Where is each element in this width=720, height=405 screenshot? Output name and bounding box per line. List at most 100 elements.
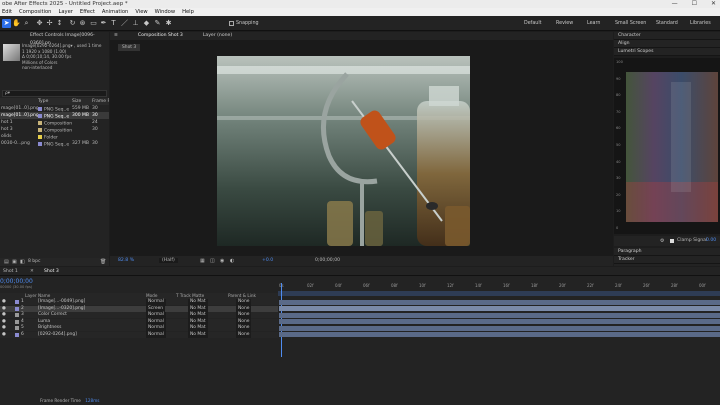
mask-icon[interactable]: ◫ [210,258,215,264]
layer-bar[interactable] [279,312,720,318]
menu-layer[interactable]: Layer [58,8,72,16]
grid-icon[interactable]: ▦ [200,258,205,264]
pen-tool-icon[interactable]: ✒ [99,19,108,28]
label-swatch[interactable] [38,141,42,146]
clone-tool-icon[interactable]: ⊥ [131,19,140,28]
project-item[interactable]: 0030-0...png PNG Seq..e 327 MB 30 [0,140,109,147]
snapping-checkbox[interactable] [229,21,234,26]
workspace-small-screen[interactable]: Small Screen [615,21,646,26]
lumetri-scopes-panel[interactable]: Lumetri Scopes [614,48,720,56]
character-panel[interactable]: Character [614,32,720,40]
puppet-tool-icon[interactable]: ✱ [164,19,173,28]
project-item[interactable]: mage[01..0].png PNG Seq..e 300 MB 30 [0,112,109,119]
menu-help[interactable]: Help [182,8,194,16]
col-name[interactable] [0,98,38,105]
settings-icon[interactable]: ⚙ [660,238,664,244]
project-item[interactable]: hot 1 Composition 24 [0,119,109,126]
snapshot-icon[interactable]: ◉ [220,258,224,264]
new-folder-icon[interactable]: ▣ [12,259,17,265]
trash-icon[interactable]: 🗑 [100,259,106,265]
tab-close-icon[interactable]: ✕ [30,269,34,274]
flowchart-tab-shot3[interactable]: Shot 3 [118,44,141,51]
roto-tool-icon[interactable]: ✎ [153,19,162,28]
menu-effect[interactable]: Effect [80,8,95,16]
col-framerate[interactable]: Frame Ra [92,98,109,105]
label-swatch[interactable] [38,113,42,118]
label-swatch[interactable] [38,134,42,139]
layer-bar[interactable] [279,319,720,324]
anchor-tool-icon[interactable]: ⊛ [78,19,87,28]
timeline-tab-shot3[interactable]: Shot 3 [44,269,59,274]
time-ruler[interactable]: 0s02f04f06f08f10f12f14f16f18f20f22f24f26… [278,283,720,291]
clamp-checkbox[interactable] [670,239,674,243]
interpret-icon[interactable]: ▤ [4,259,9,265]
orbit-tool-icon[interactable]: ✥ [35,19,44,28]
layer-bar[interactable] [279,332,720,337]
work-area-bar[interactable] [278,291,720,296]
timeline-layer-row[interactable]: ● 6 [0292-0264].png] Normal No Mat None [0,331,720,339]
type-tool-icon[interactable]: T [109,19,118,28]
layer-mode-select[interactable]: Normal [146,331,166,338]
effect-controls-tab[interactable]: Effect Controls Image[0096-0360].pn [0,32,109,46]
minimize-icon[interactable]: — [672,0,678,8]
brush-tool-icon[interactable]: ／ [120,19,129,28]
timeline-current-time[interactable]: 0;00;00;00 [0,278,33,285]
menu-edit[interactable]: Edit [2,8,12,16]
zoom-tool-icon[interactable]: ⌕ [22,19,31,28]
layer-matte-select[interactable]: No Mat [188,331,208,338]
label-swatch[interactable] [38,120,42,125]
rectangle-tool-icon[interactable]: ▭ [89,19,98,28]
layer-bar[interactable] [279,325,720,331]
maximize-icon[interactable]: ☐ [692,0,697,8]
composition-tab[interactable]: Composition Shot 3 [138,32,183,40]
project-item[interactable]: olids Folder [0,133,109,140]
comp-viewer[interactable] [217,56,470,246]
project-item[interactable]: hot 3 Composition 30 [0,126,109,133]
menu-animation[interactable]: Animation [102,8,128,16]
project-search-input[interactable]: ρ▾ [2,90,107,97]
timeline-tab-shot1[interactable]: Shot 1 [3,269,18,274]
zoom-value[interactable]: 82.8 % [118,258,134,263]
layer-tab[interactable]: Layer (none) [203,32,232,40]
eraser-tool-icon[interactable]: ◆ [142,19,151,28]
layer-label-color[interactable] [15,326,19,330]
close-icon[interactable]: ✕ [711,0,716,8]
comp-timecode[interactable]: 0;00;00;00 [315,258,340,263]
workspace-standard[interactable]: Standard [656,21,678,26]
paragraph-panel[interactable]: Paragraph [614,248,720,256]
workspace-learn[interactable]: Learn [587,21,600,26]
layer-parent-select[interactable]: None [236,331,252,338]
label-swatch[interactable] [38,106,42,111]
tracker-panel[interactable]: Tracker [614,256,720,264]
hand-tool-icon[interactable]: ✋ [12,19,21,28]
layer-label-color[interactable] [15,332,19,337]
exposure-value[interactable]: +0.0 [262,258,273,263]
workspace-libraries[interactable]: Libraries [690,21,711,26]
eye-icon[interactable]: ● [2,332,6,339]
align-panel[interactable]: Align [614,40,720,48]
layer-label-color[interactable] [15,313,19,317]
selection-tool-icon[interactable]: ➤ [2,19,11,28]
new-comp-icon[interactable]: ◧ [20,259,25,265]
col-type[interactable]: Type [38,98,72,105]
move-tool-icon[interactable]: ✢ [45,19,54,28]
col-size[interactable]: Size [72,98,92,105]
channel-icon[interactable]: ◐ [230,258,234,264]
layer-name[interactable]: [0292-0264].png] [38,332,77,339]
comp-menu-icon[interactable]: ≡ [114,32,118,40]
dolly-tool-icon[interactable]: ↕ [55,19,64,28]
bpc-label[interactable]: 8 bpc [28,259,40,264]
menu-view[interactable]: View [135,8,147,16]
resolution-select[interactable]: (Half) [159,258,178,263]
layer-bar[interactable] [279,299,720,305]
label-swatch[interactable] [38,127,42,132]
menu-composition[interactable]: Composition [19,8,51,16]
layer-bar[interactable] [279,306,720,311]
workspace-default[interactable]: Default [524,21,542,26]
layer-label-color[interactable] [15,306,19,311]
rotation-tool-icon[interactable]: ↻ [68,19,77,28]
project-item[interactable]: mage[01..0].png PNG Seq..e 559 MB 30 [0,105,109,112]
layer-label-color[interactable] [15,319,19,324]
layer-label-color[interactable] [15,300,19,304]
workspace-review[interactable]: Review [556,21,573,26]
